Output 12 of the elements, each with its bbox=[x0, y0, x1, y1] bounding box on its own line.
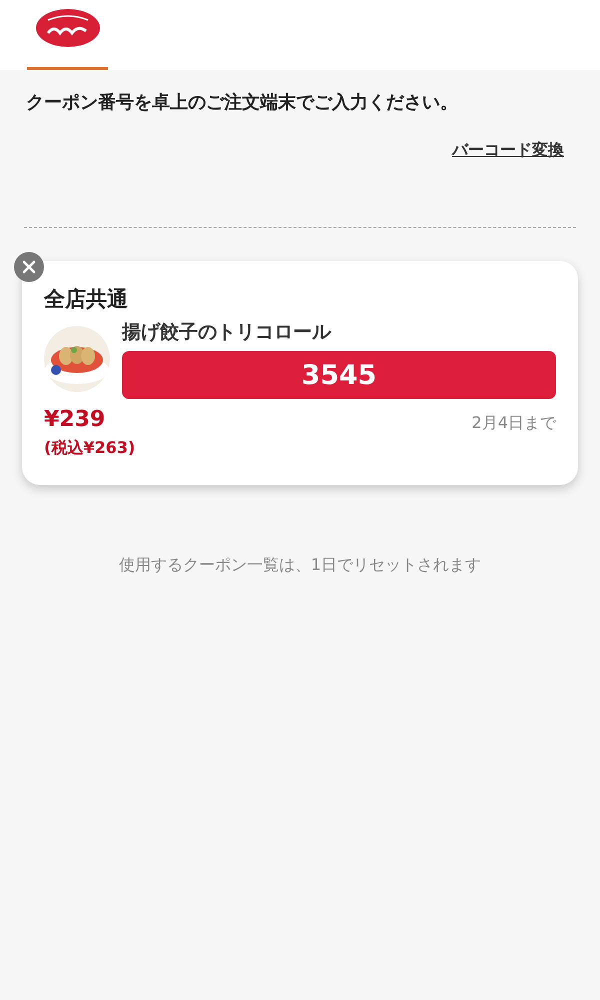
reset-note: 使用するクーポン一覧は、1日でリセットされます bbox=[118, 555, 482, 576]
price-with-tax: (税込¥263) bbox=[44, 438, 136, 459]
close-button[interactable] bbox=[14, 252, 44, 282]
coupon-code: 3545 bbox=[122, 351, 556, 399]
expiry-date: 2月4日まで bbox=[472, 413, 556, 434]
coupon-name: 揚げ餃子のトリコロール bbox=[122, 320, 332, 345]
coupon-scope: 全店共通 bbox=[44, 286, 129, 313]
close-icon bbox=[21, 259, 37, 275]
barcode-link[interactable]: バーコード変換 bbox=[452, 140, 564, 161]
instruction-text: クーポン番号を卓上のご注文端末でご入力ください。 bbox=[26, 91, 459, 114]
coupon-price: ¥239 bbox=[44, 407, 106, 432]
logo-icon[interactable] bbox=[36, 9, 100, 47]
